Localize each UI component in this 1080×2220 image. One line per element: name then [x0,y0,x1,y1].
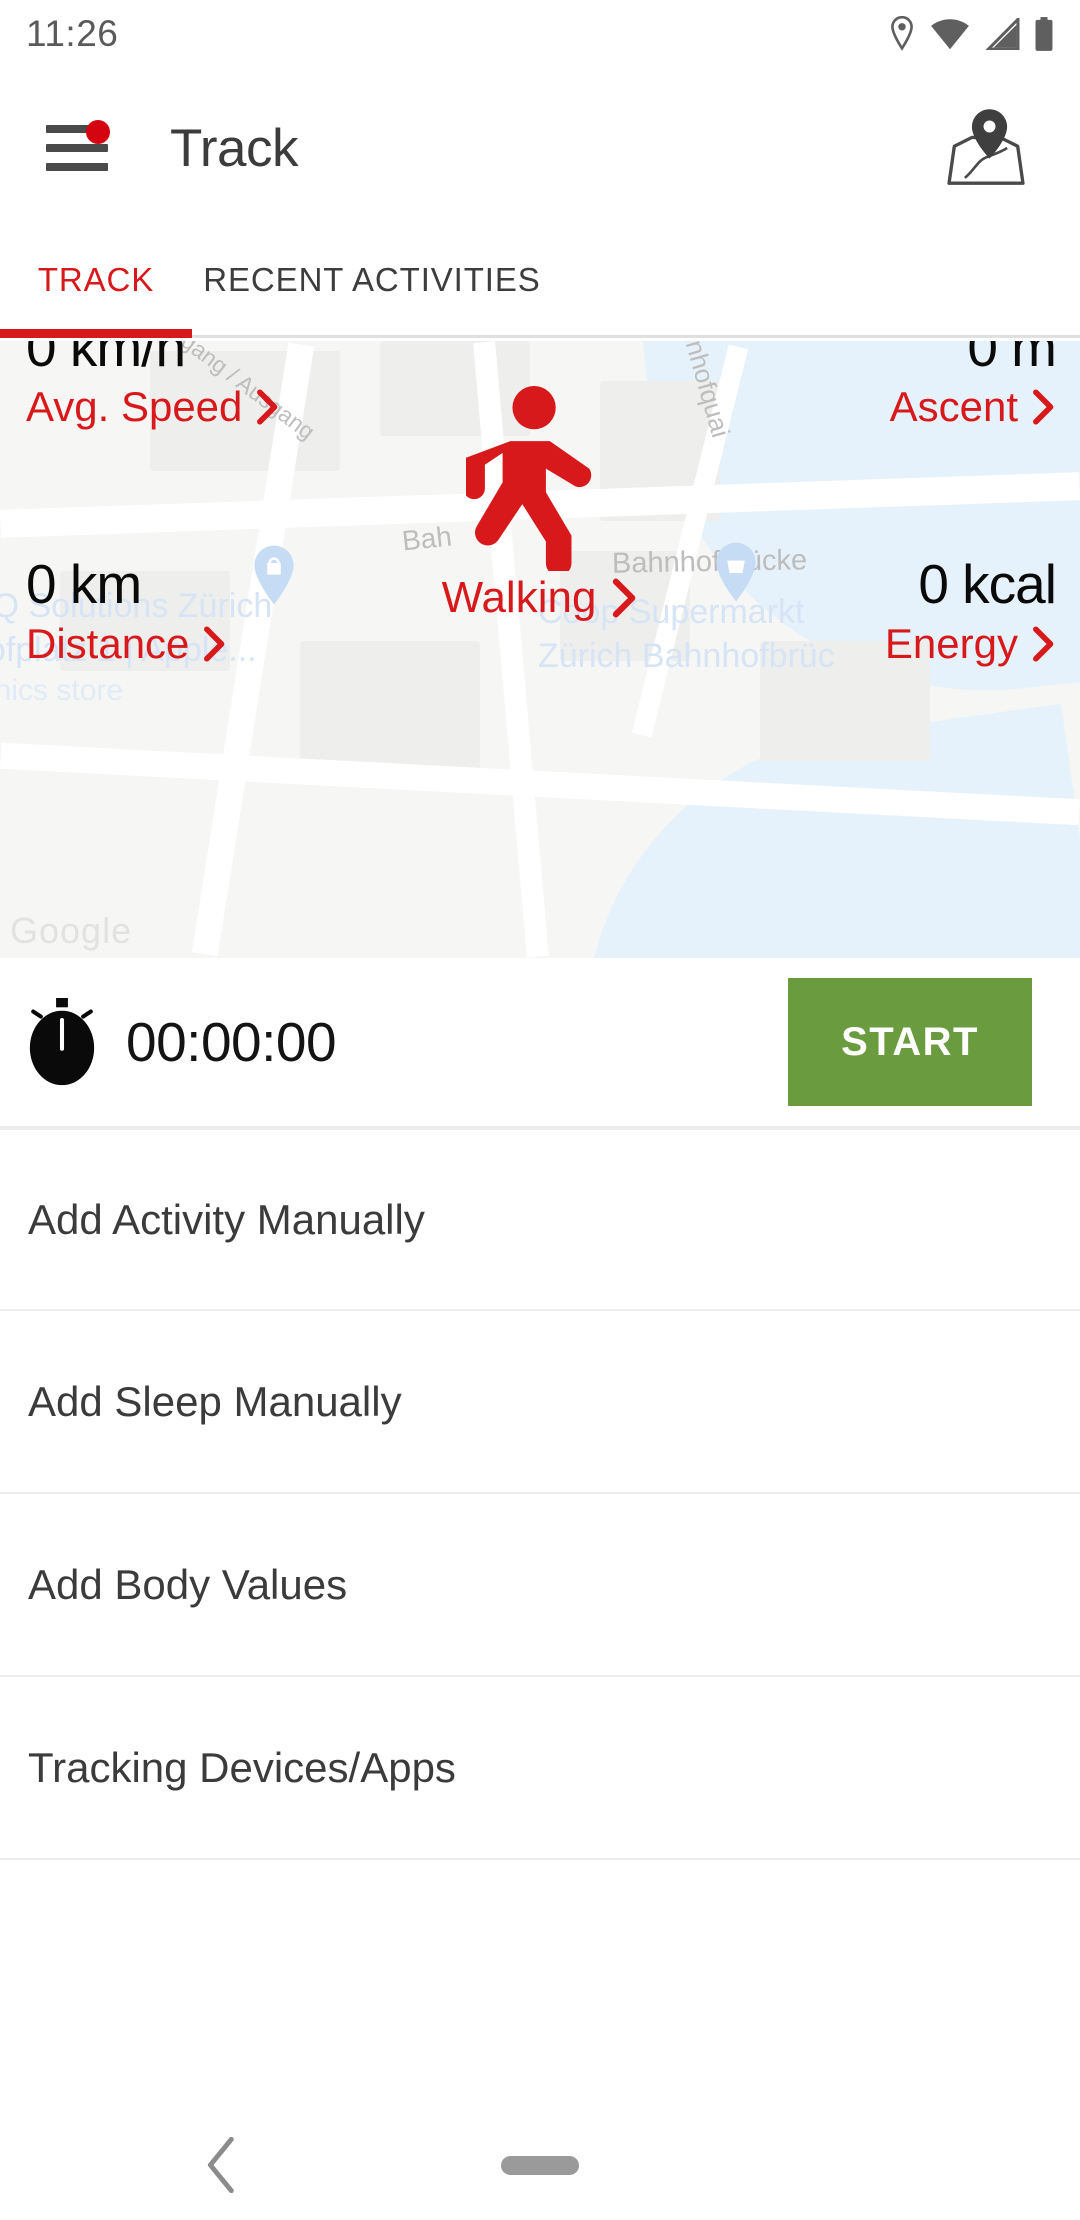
menu-notification-badge [86,120,110,144]
activity-label-row: Walking [442,573,639,623]
battery-icon [1035,17,1053,51]
wifi-icon [931,19,969,50]
metric-label: Energy [884,620,1018,667]
tab-track[interactable]: TRACK [0,225,192,335]
chevron-right-icon [613,578,636,618]
metric-value: 0 km/h [26,341,186,378]
tab-bar: TRACK RECENT ACTIVITIES [0,228,1080,338]
home-pill-indicator[interactable] [501,2155,579,2175]
metric-value: 0 m [967,341,1057,378]
metric-distance[interactable]: 0 km Distance [26,557,227,665]
metric-label-row: Energy [885,623,1056,665]
metric-ascent[interactable]: 0 m Ascent [890,341,1057,428]
list-item-add-activity[interactable]: Add Activity Manually [0,1128,1080,1311]
list-item-tracking-devices[interactable]: Tracking Devices/Apps [0,1677,1080,1860]
chevron-right-icon [257,389,278,425]
walking-person-icon [466,386,592,571]
metric-avg-speed[interactable]: 0 km/h Avg. Speed [26,341,280,428]
metric-value: 0 kcal [918,553,1057,615]
map-watermark: Google [10,910,133,951]
tab-active-indicator [0,329,192,338]
list-item-add-body-values[interactable]: Add Body Values [0,1494,1080,1677]
metric-label: Distance [26,620,190,667]
timer-row: 00:00:00 START [0,958,1080,1128]
menu-bar-3 [46,163,108,171]
list-item-add-sleep[interactable]: Add Sleep Manually [0,1311,1080,1494]
activity-label: Walking [441,573,597,622]
metric-value: 0 km [26,553,142,615]
metric-label-row: Avg. Speed [26,386,280,428]
status-time: 11:26 [26,13,119,54]
metric-label: Ascent [889,383,1018,430]
app-screen: 11:26 Track TRACK RECENT ACTIVITIES Eing… [0,0,1080,2220]
status-icon-group [887,16,1054,52]
start-button[interactable]: START [788,978,1032,1106]
metric-energy[interactable]: 0 kcal Energy [885,553,1057,665]
menu-list: Add Activity Manually Add Sleep Manually… [0,1128,1080,1860]
page-title: Track [170,118,299,178]
map-pin-glyph [947,109,1025,185]
map-tracking-panel[interactable]: Eingang / Ausgang Bahnhofquai Bahnhofbrü… [0,341,1080,958]
timer-value: 00:00:00 [126,1011,337,1073]
map-block [300,641,480,771]
status-bar: 11:26 [0,0,1080,68]
location-icon [891,16,913,51]
menu-bar-2 [46,144,108,152]
system-nav-bar [0,2110,1080,2220]
hamburger-menu-icon[interactable] [46,120,110,172]
chevron-right-icon [1033,389,1054,425]
back-chevron-icon[interactable] [200,2137,244,2193]
tab-recent-activities[interactable]: RECENT ACTIVITIES [192,225,552,335]
map-poi-detail: Zürich Bahnhofbrüc [538,636,835,675]
metric-label-row: Distance [26,623,227,665]
signal-icon [985,18,1020,50]
stopwatch-icon [29,998,95,1086]
chevron-right-icon [1033,626,1054,662]
map-poi-category: ronics store [0,674,124,708]
metric-label: Avg. Speed [26,383,243,430]
chevron-right-icon [204,626,225,662]
metric-label-row: Ascent [890,386,1056,428]
app-bar: Track [0,68,1080,228]
map-pin-icon[interactable] [940,102,1032,194]
